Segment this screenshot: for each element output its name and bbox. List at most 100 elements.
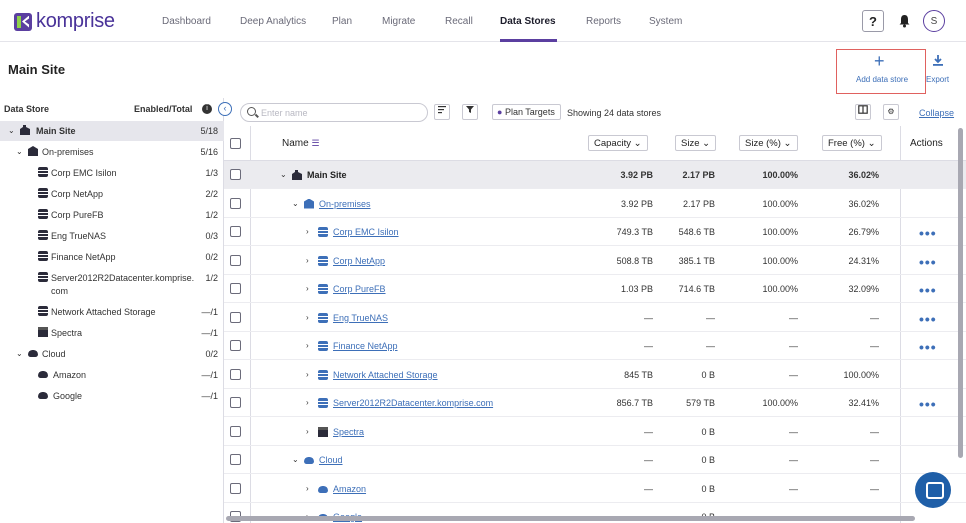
nav-migrate[interactable]: Migrate [382, 16, 415, 27]
column-header-capacity[interactable]: Capacity ⌄ [588, 135, 648, 151]
row-name-link[interactable]: Amazon [333, 484, 366, 494]
nav-dashboard[interactable]: Dashboard [162, 16, 211, 27]
table-row[interactable]: › Amazon — 0 B — — [224, 475, 966, 503]
table-row[interactable]: ⌄ On-premises 3.92 PB 2.17 PB 100.00% 36.02% [224, 190, 966, 218]
row-name-link[interactable]: Eng TrueNAS [333, 313, 388, 323]
search-input[interactable]: Enter name [240, 103, 428, 122]
row-name-link[interactable]: Corp EMC Isilon [333, 227, 399, 237]
row-checkbox[interactable] [230, 397, 241, 408]
columns-button[interactable] [855, 104, 871, 120]
column-header-free-pct[interactable]: Free (%) ⌄ [822, 135, 882, 151]
chevron-down-icon[interactable]: ⌄ [16, 147, 23, 156]
select-all-checkbox[interactable] [230, 138, 241, 149]
chevron-down-icon[interactable]: ⌄ [292, 455, 299, 464]
row-name-link[interactable]: Corp PureFB [333, 284, 386, 294]
table-row[interactable]: › Corp PureFB 1.03 PB 714.6 TB 100.00% 32.09%… [224, 275, 966, 303]
table-row[interactable]: ⌄ Cloud — 0 B — — [224, 446, 966, 474]
table-row[interactable]: › Server2012R2Datacenter.komprise.com 856.… [224, 389, 966, 417]
add-data-store-label[interactable]: Add data store [856, 75, 908, 84]
column-header-size[interactable]: Size ⌄ [675, 135, 717, 151]
more-actions-icon[interactable]: ••• [919, 396, 937, 412]
row-checkbox[interactable] [230, 454, 241, 465]
vertical-scrollbar[interactable] [958, 128, 963, 458]
row-checkbox[interactable] [230, 197, 241, 209]
chevron-down-icon[interactable]: ⌄ [280, 170, 287, 179]
row-name-link[interactable]: Corp NetApp [333, 256, 385, 266]
column-header-name[interactable]: Name ☰ [282, 138, 320, 149]
chevron-right-icon[interactable]: › [306, 313, 309, 322]
table-row[interactable]: › Corp NetApp 508.8 TB 385.1 TB 100.00% 24.31… [224, 247, 966, 275]
chevron-down-icon[interactable]: ⌄ [16, 349, 23, 358]
settings-gear-icon[interactable]: ⚙ [883, 104, 899, 120]
nav-data-stores[interactable]: Data Stores [500, 16, 556, 27]
tree-item-server2012[interactable]: Server2012R2Datacenter.komprise. com 1/2 [0, 268, 224, 302]
tree-item-main-site[interactable]: ⌄ Main Site 5/18 [0, 121, 224, 141]
tree-item-corp-netapp[interactable]: Corp NetApp 2/2 [0, 184, 224, 204]
sort-icon[interactable]: ☰ [311, 138, 319, 148]
tree-item-corp-emc-isilon[interactable]: Corp EMC Isilon 1/3 [0, 163, 224, 183]
more-actions-icon[interactable]: ••• [919, 282, 937, 298]
tree-item-eng-truenas[interactable]: Eng TrueNAS 0/3 [0, 226, 224, 246]
chevron-down-icon[interactable]: ⌄ [292, 199, 299, 208]
row-name-link[interactable]: Server2012R2Datacenter.komprise.com [333, 398, 493, 408]
nav-reports[interactable]: Reports [586, 16, 621, 27]
row-checkbox[interactable] [230, 283, 241, 294]
table-row[interactable]: › Corp EMC Isilon 749.3 TB 548.6 TB 100.00% 2… [224, 218, 966, 246]
table-row[interactable]: › Network Attached Storage 845 TB 0 B — 100.0… [224, 361, 966, 389]
nav-system[interactable]: System [649, 16, 682, 27]
tree-item-finance-netapp[interactable]: Finance NetApp 0/2 [0, 247, 224, 267]
export-button[interactable]: Export [926, 75, 949, 84]
row-name-link[interactable]: Finance NetApp [333, 341, 398, 351]
chevron-right-icon[interactable]: › [306, 484, 309, 493]
tree-item-amazon[interactable]: Amazon —/1 [0, 365, 224, 385]
more-actions-icon[interactable]: ••• [919, 225, 937, 241]
tree-item-corp-purefb[interactable]: Corp PureFB 1/2 [0, 205, 224, 225]
tree-item-spectra[interactable]: Spectra —/1 [0, 323, 224, 343]
nav-plan[interactable]: Plan [332, 16, 352, 27]
table-row[interactable]: › Eng TrueNAS — — — — ••• [224, 304, 966, 332]
komprise-logo[interactable]: komprise [14, 10, 115, 33]
sort-button[interactable] [434, 104, 450, 120]
info-icon[interactable]: i [202, 104, 212, 114]
table-row[interactable]: › Finance NetApp — — — — ••• [224, 332, 966, 360]
plan-targets-button[interactable]: ● Plan Targets [492, 104, 561, 120]
chevron-right-icon[interactable]: › [306, 256, 309, 265]
row-checkbox[interactable] [230, 226, 241, 237]
tree-item-google[interactable]: Google —/1 [0, 386, 224, 406]
tree-item-cloud[interactable]: ⌄ Cloud 0/2 [0, 344, 224, 364]
row-name-link[interactable]: Cloud [319, 455, 343, 465]
more-actions-icon[interactable]: ••• [919, 254, 937, 270]
chevron-right-icon[interactable]: › [306, 427, 309, 436]
chevron-right-icon[interactable]: › [306, 398, 309, 407]
collapse-pane-icon[interactable]: ‹ [218, 102, 232, 116]
row-name-link[interactable]: On-premises [319, 199, 371, 209]
chevron-right-icon[interactable]: › [306, 284, 309, 293]
user-avatar[interactable]: S [923, 10, 945, 32]
row-checkbox[interactable] [230, 482, 241, 494]
chevron-down-icon[interactable]: ⌄ [8, 126, 15, 135]
row-name-link[interactable]: Spectra [333, 427, 364, 437]
column-header-size-pct[interactable]: Size (%) ⌄ [739, 135, 798, 151]
more-actions-icon[interactable]: ••• [919, 311, 937, 327]
nav-recall[interactable]: Recall [445, 16, 473, 27]
help-icon[interactable]: ? [862, 10, 884, 32]
row-checkbox[interactable] [230, 368, 241, 380]
row-checkbox[interactable] [230, 425, 241, 437]
table-row[interactable]: ⌄ Main Site 3.92 PB 2.17 PB 100.00% 36.02% [224, 161, 966, 189]
chevron-right-icon[interactable]: › [306, 227, 309, 236]
download-icon[interactable] [932, 54, 944, 70]
chevron-right-icon[interactable]: › [306, 341, 309, 350]
table-row[interactable]: › Spectra — 0 B — — [224, 418, 966, 446]
chat-support-button[interactable] [915, 472, 951, 508]
row-name-link[interactable]: Network Attached Storage [333, 370, 438, 380]
more-actions-icon[interactable]: ••• [919, 339, 937, 355]
horizontal-scrollbar[interactable] [226, 516, 915, 521]
collapse-link[interactable]: Collapse [919, 108, 954, 118]
chevron-right-icon[interactable]: › [306, 370, 309, 379]
row-checkbox[interactable] [230, 254, 241, 266]
tree-item-on-premises[interactable]: ⌄ On-premises 5/16 [0, 142, 224, 162]
filter-button[interactable] [462, 104, 478, 120]
tree-item-network-attached-storage[interactable]: Network Attached Storage —/1 [0, 302, 224, 322]
nav-deep-analytics[interactable]: Deep Analytics [240, 16, 306, 27]
row-checkbox[interactable] [230, 169, 241, 180]
